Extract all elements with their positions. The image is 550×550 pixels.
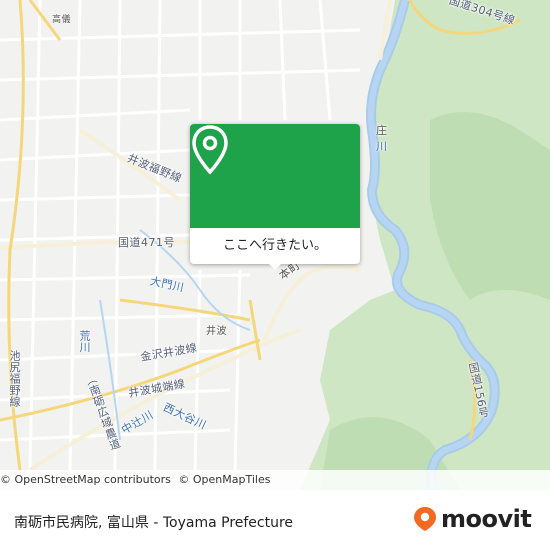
osm-attribution-link[interactable]: © OpenStreetMap contributors xyxy=(0,473,171,486)
popup-header xyxy=(190,124,360,228)
moovit-logo[interactable]: moovit xyxy=(412,504,532,534)
label-ikejiri-fukuno-line: 池尻福野線 xyxy=(8,350,21,408)
go-here-button[interactable]: ここへ行きたい。 xyxy=(190,228,360,264)
popup-tail xyxy=(267,262,283,270)
label-inami: 井波 xyxy=(206,326,227,337)
moovit-pin-icon xyxy=(414,507,436,531)
label-place-top-left: 高儀 xyxy=(52,15,72,25)
label-route-471: 国道471号 xyxy=(118,236,175,249)
destination-popup: ここへ行きたい。 xyxy=(190,124,360,270)
moovit-wordmark: moovit xyxy=(441,505,532,533)
place-title: 南砺市民病院, 富山県 - Toyama Prefecture xyxy=(14,515,294,531)
label-shou: 庄 xyxy=(376,124,388,137)
map-attribution: © OpenStreetMap contributors © OpenMapTi… xyxy=(0,470,550,490)
omt-attribution-link[interactable]: © OpenMapTiles xyxy=(178,473,270,486)
location-pin-icon xyxy=(192,125,228,175)
footer: 南砺市民病院, 富山県 - Toyama Prefecture moovit xyxy=(0,490,550,550)
label-shou-river: 川 xyxy=(376,140,388,153)
map-view[interactable]: 高儀 国道304号線 庄 川 井波福野線 国道471号 本町 大門川 井波 金沢… xyxy=(0,0,550,490)
label-ara-river: 荒川 xyxy=(78,330,91,353)
